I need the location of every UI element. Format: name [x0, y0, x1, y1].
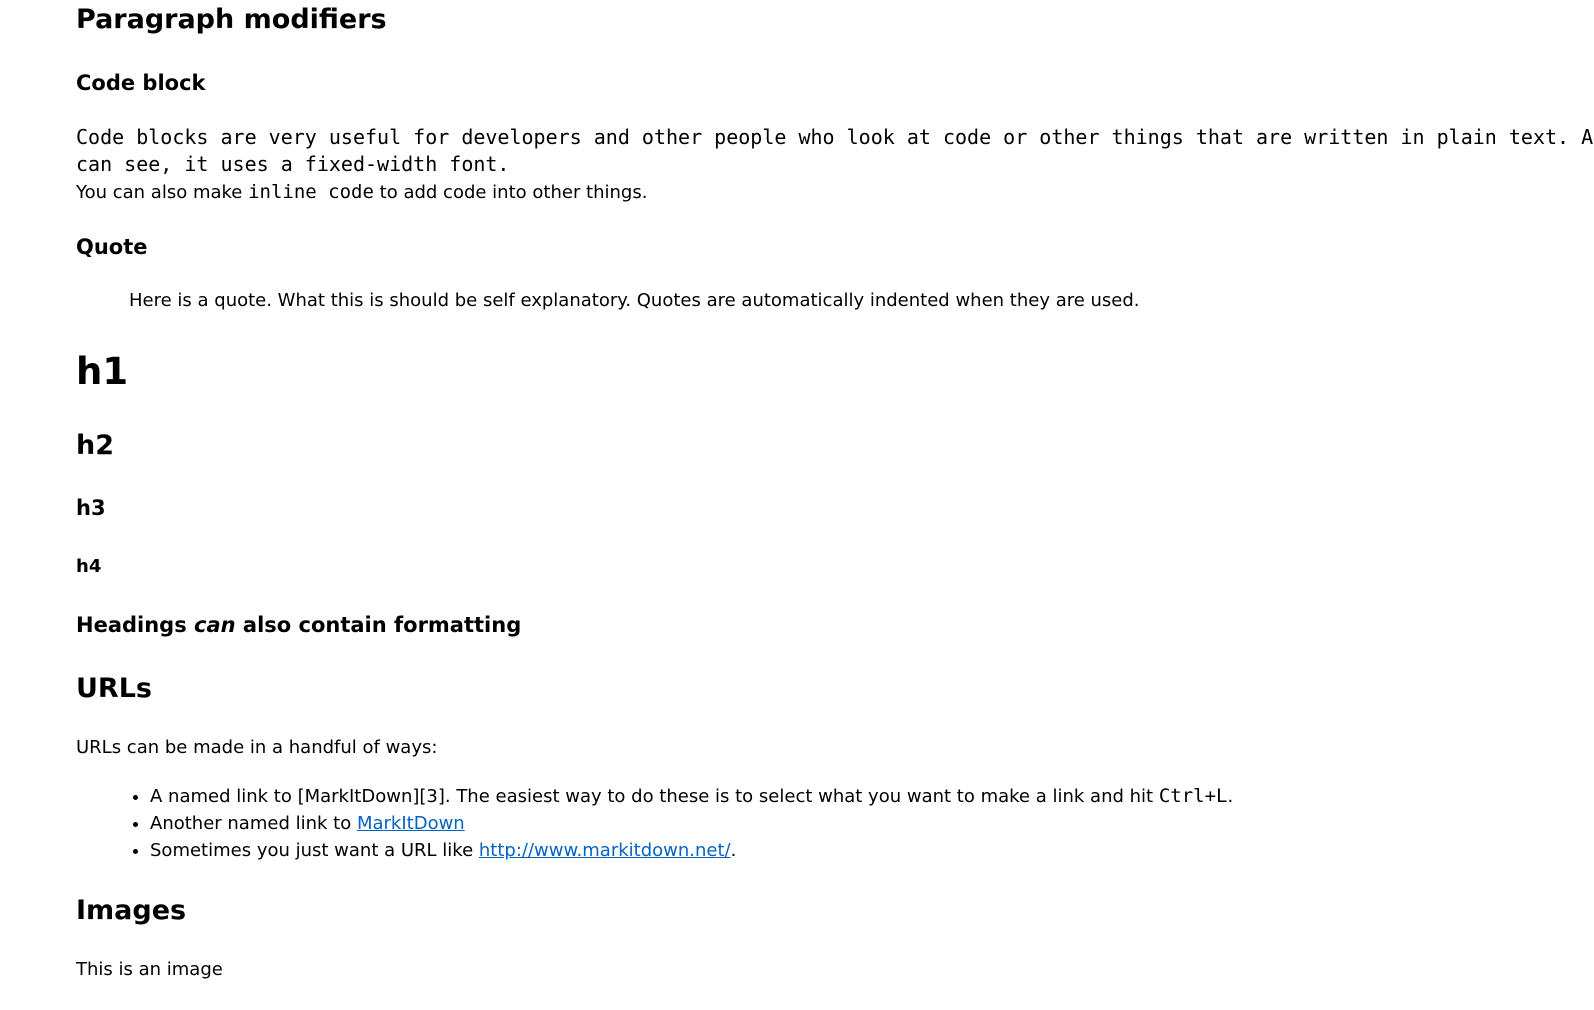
list-item: Another named link to MarkItDown	[150, 810, 1233, 837]
inline-code-pre-text: You can also make	[76, 182, 249, 203]
list-item: Sometimes you just want a URL like http:…	[150, 837, 1233, 864]
shortcut-code: Ctrl+L	[1158, 785, 1228, 807]
list-item-text: Another named link to	[150, 813, 357, 834]
urls-list: A named link to [MarkItDown][3]. The eas…	[76, 783, 1233, 864]
heading-formatted-post: also contain formatting	[235, 613, 522, 637]
section-heading-images: Images	[76, 895, 187, 926]
heading-formatted-sample: Headings can also contain formatting	[76, 612, 521, 638]
section-heading-quote: Quote	[76, 235, 148, 259]
inline-code-post-text: to add code into other things.	[373, 182, 648, 203]
inline-code-sample: inline code	[248, 181, 374, 203]
heading-formatted-pre: Headings	[76, 613, 195, 637]
heading-formatted-emphasis: can	[194, 613, 236, 637]
heading-h2-sample: h2	[76, 430, 115, 461]
list-item-text-end: .	[1227, 786, 1234, 807]
section-heading-urls: URLs	[76, 673, 152, 704]
list-item-text: Sometimes you just want a URL like	[150, 840, 479, 861]
heading-h1-sample: h1	[76, 350, 129, 393]
heading-h4-sample: h4	[76, 556, 102, 577]
markitdown-url-link[interactable]: http://www.markitdown.net/	[479, 840, 731, 861]
code-block-line-2: can see, it uses a fixed-width font.	[76, 152, 510, 176]
heading-h3-sample: h3	[76, 496, 106, 520]
code-block-line-1: Code blocks are very useful for develope…	[76, 125, 1594, 149]
markitdown-link[interactable]: MarkItDown	[357, 813, 465, 834]
list-item-text-end: .	[730, 840, 737, 861]
inline-code-paragraph: You can also make inline code to add cod…	[76, 180, 647, 205]
images-text: This is an image	[76, 959, 223, 980]
code-block: Code blocks are very useful for develope…	[76, 124, 1594, 178]
section-heading-code-block: Code block	[76, 71, 206, 95]
list-item: A named link to [MarkItDown][3]. The eas…	[150, 783, 1233, 810]
list-item-text: A named link to [MarkItDown][3]. The eas…	[150, 786, 1159, 807]
urls-intro: URLs can be made in a handful of ways:	[76, 737, 438, 758]
quote-block: Here is a quote. What this is should be …	[129, 290, 1140, 311]
section-heading-paragraph-modifiers: Paragraph modifiers	[76, 4, 387, 35]
